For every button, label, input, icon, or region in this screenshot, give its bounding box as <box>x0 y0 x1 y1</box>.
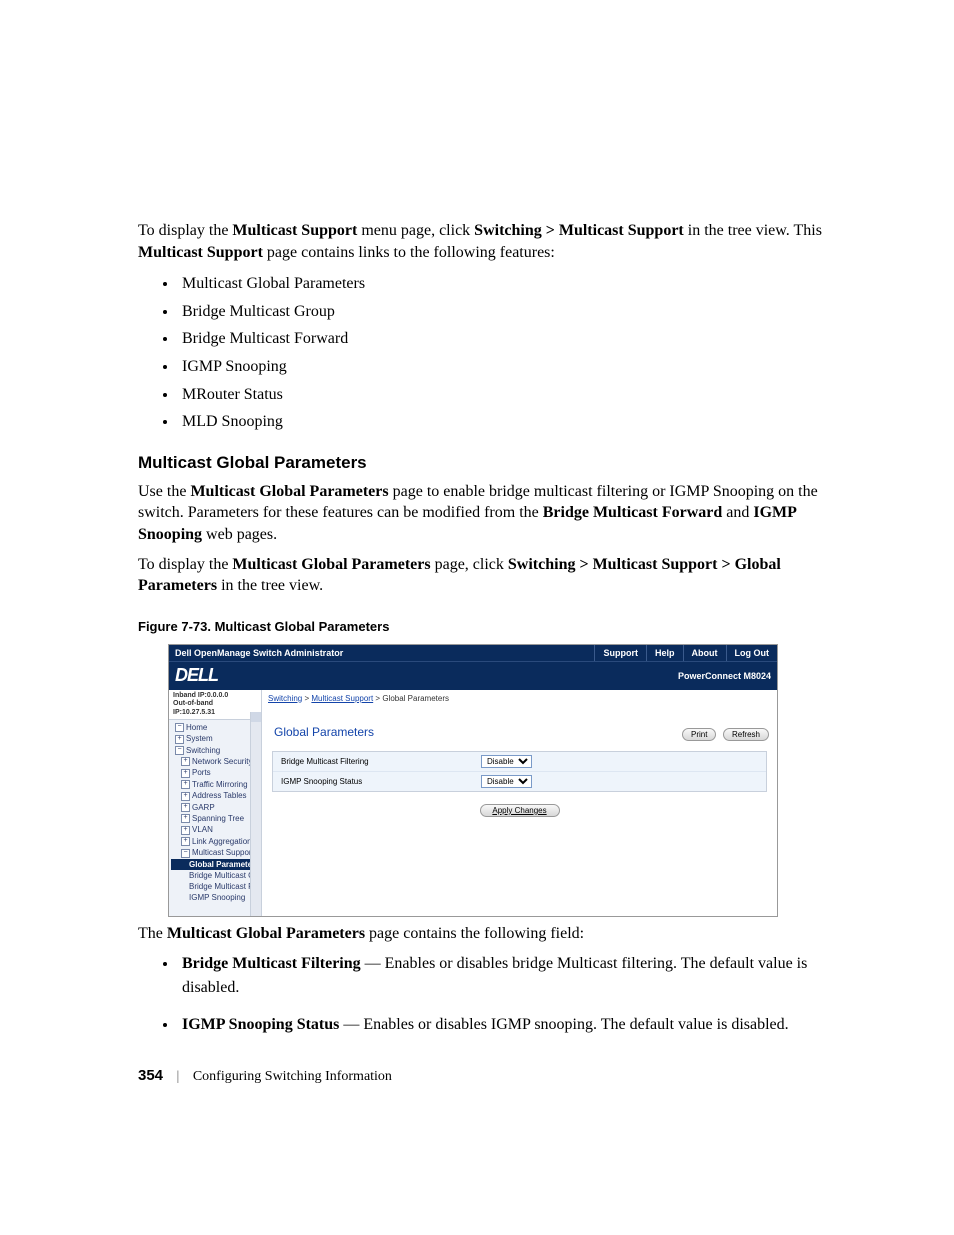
ss-help-link[interactable]: Help <box>646 645 683 661</box>
crumb-current: Global Parameters <box>382 694 449 703</box>
tree-network-security[interactable]: +Network Security <box>171 756 261 767</box>
ss-about-link[interactable]: About <box>683 645 726 661</box>
after-figure-paragraph: The Multicast Global Parameters page con… <box>138 923 834 945</box>
figure-caption: Figure 7-73. Multicast Global Parameters <box>138 619 834 634</box>
plus-icon: + <box>181 780 190 789</box>
list-item: Multicast Global Parameters <box>178 271 834 297</box>
igmp-snooping-status-select[interactable]: Disable <box>481 775 532 788</box>
ss-titlebar: Dell OpenManage Switch Administrator Sup… <box>169 645 777 661</box>
ss-logo-row: DELL PowerConnect M8024 <box>169 661 777 690</box>
ss-logout-link[interactable]: Log Out <box>726 645 778 661</box>
plus-icon: + <box>181 814 190 823</box>
tree-bridge-multicast-g[interactable]: Bridge Multicast G <box>171 870 261 881</box>
plus-icon: + <box>181 826 190 835</box>
tree-link-aggregation[interactable]: +Link Aggregation <box>171 836 261 847</box>
minus-icon: − <box>175 723 184 732</box>
plus-icon: + <box>181 757 190 766</box>
row-bridge-multicast-filtering: Bridge Multicast Filtering Disable <box>273 752 766 772</box>
print-button[interactable]: Print <box>682 728 716 741</box>
tree-igmp-snooping[interactable]: IGMP Snooping <box>171 892 261 903</box>
minus-icon: − <box>175 746 184 755</box>
row-label: Bridge Multicast Filtering <box>281 757 481 766</box>
row-label: IGMP Snooping Status <box>281 777 481 786</box>
plus-icon: + <box>181 769 190 778</box>
tree-system[interactable]: +System <box>171 733 261 744</box>
tree-traffic-mirroring[interactable]: +Traffic Mirroring <box>171 779 261 790</box>
feature-list: Multicast Global Parameters Bridge Multi… <box>178 271 834 435</box>
tree-ports[interactable]: +Ports <box>171 767 261 778</box>
list-item: Bridge Multicast Filtering — Enables or … <box>178 952 834 998</box>
tree-garp[interactable]: +GARP <box>171 802 261 813</box>
plus-icon: + <box>181 803 190 812</box>
display-paragraph: To display the Multicast Global Paramete… <box>138 554 834 597</box>
use-paragraph: Use the Multicast Global Parameters page… <box>138 481 834 546</box>
crumb-switching[interactable]: Switching <box>268 694 302 703</box>
chapter-title: Configuring Switching Information <box>193 1069 392 1084</box>
list-item: Bridge Multicast Forward <box>178 326 834 352</box>
field-list: Bridge Multicast Filtering — Enables or … <box>178 952 834 1036</box>
breadcrumb: Switching > Multicast Support > Global P… <box>262 690 777 707</box>
list-item: IGMP Snooping Status — Enables or disabl… <box>178 1013 834 1036</box>
tree-spanning-tree[interactable]: +Spanning Tree <box>171 813 261 824</box>
apply-changes-button[interactable]: Apply Changes <box>480 804 560 817</box>
plus-icon: + <box>181 792 190 801</box>
ss-tree: −Home +System −Switching +Network Securi… <box>169 720 261 903</box>
ss-main: Switching > Multicast Support > Global P… <box>262 690 777 916</box>
settings-panel: Bridge Multicast Filtering Disable IGMP … <box>272 751 767 792</box>
page-number: 354 <box>138 1067 163 1084</box>
plus-icon: + <box>175 735 184 744</box>
tree-multicast-support[interactable]: −Multicast Support <box>171 847 261 858</box>
list-item: IGMP Snooping <box>178 354 834 380</box>
scroll-up-icon[interactable] <box>251 712 261 722</box>
ss-model-label: PowerConnect M8024 <box>678 671 771 681</box>
bridge-multicast-filtering-select[interactable]: Disable <box>481 755 532 768</box>
list-item: Bridge Multicast Group <box>178 299 834 325</box>
intro-paragraph: To display the Multicast Support menu pa… <box>138 220 834 263</box>
ss-ip-info: Inband IP:0.0.0.0Out-of-band IP:10.27.5.… <box>169 690 261 720</box>
list-item: MRouter Status <box>178 382 834 408</box>
section-heading: Multicast Global Parameters <box>138 453 834 473</box>
crumb-multicast-support[interactable]: Multicast Support <box>311 694 373 703</box>
page-title: Global Parameters <box>262 707 777 747</box>
plus-icon: + <box>181 837 190 846</box>
dell-logo: DELL <box>175 665 218 686</box>
refresh-button[interactable]: Refresh <box>723 728 769 741</box>
list-item: MLD Snooping <box>178 409 834 435</box>
row-igmp-snooping-status: IGMP Snooping Status Disable <box>273 772 766 791</box>
tree-vlan[interactable]: +VLAN <box>171 824 261 835</box>
minus-icon: − <box>181 849 190 858</box>
tree-address-tables[interactable]: +Address Tables <box>171 790 261 801</box>
tree-switching[interactable]: −Switching <box>171 745 261 756</box>
tree-home[interactable]: −Home <box>171 722 261 733</box>
page-footer: 354 | Configuring Switching Information <box>138 1067 392 1085</box>
ss-app-title: Dell OpenManage Switch Administrator <box>169 648 594 658</box>
screenshot-figure: Dell OpenManage Switch Administrator Sup… <box>168 644 778 917</box>
tree-global-parameters[interactable]: Global Parameters <box>171 859 261 870</box>
footer-separator: | <box>177 1069 180 1084</box>
ss-support-link[interactable]: Support <box>594 645 646 661</box>
ss-sidebar: Inband IP:0.0.0.0Out-of-band IP:10.27.5.… <box>169 690 262 916</box>
sidebar-scrollbar[interactable] <box>250 712 261 916</box>
tree-bridge-multicast-f[interactable]: Bridge Multicast F <box>171 881 261 892</box>
